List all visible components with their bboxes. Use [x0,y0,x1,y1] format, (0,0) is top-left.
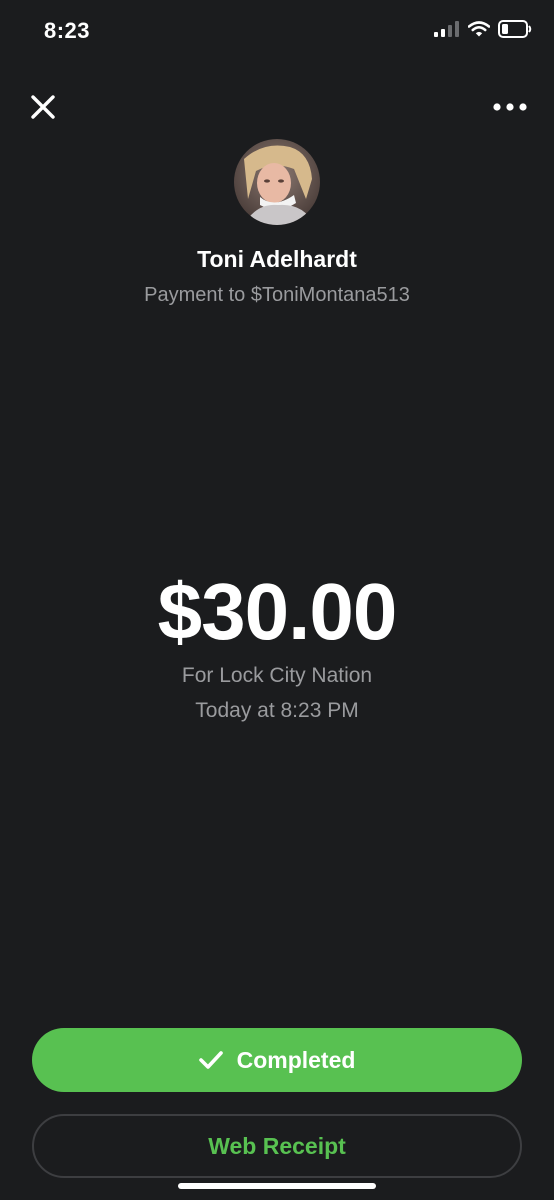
status-icons [434,20,532,38]
completed-label: Completed [236,1046,356,1073]
payment-note: For Lock City Nation [181,664,373,687]
web-receipt-label: Web Receipt [208,1132,346,1159]
close-button[interactable] [24,88,62,126]
more-options-icon [493,103,527,111]
recipient-avatar [234,139,320,225]
cellular-signal-icon [434,21,459,37]
home-indicator [178,1183,376,1189]
close-icon [31,95,55,119]
payment-recipient-handle: Payment to $ToniMontana513 [144,284,410,306]
completed-button[interactable]: Completed [32,1028,522,1092]
wifi-icon [468,21,490,37]
payment-timestamp: Today at 8:23 PM [195,699,359,722]
web-receipt-button[interactable]: Web Receipt [32,1114,522,1178]
more-options-button[interactable] [490,88,530,126]
checkmark-icon [198,1051,223,1069]
status-time: 8:23 [44,18,91,43]
avatar-photo [234,139,320,225]
recipient-name: Toni Adelhardt [197,246,357,272]
battery-icon [498,20,532,38]
status-bar: 8:23 [0,0,554,66]
payment-amount: $30.00 [157,567,398,656]
